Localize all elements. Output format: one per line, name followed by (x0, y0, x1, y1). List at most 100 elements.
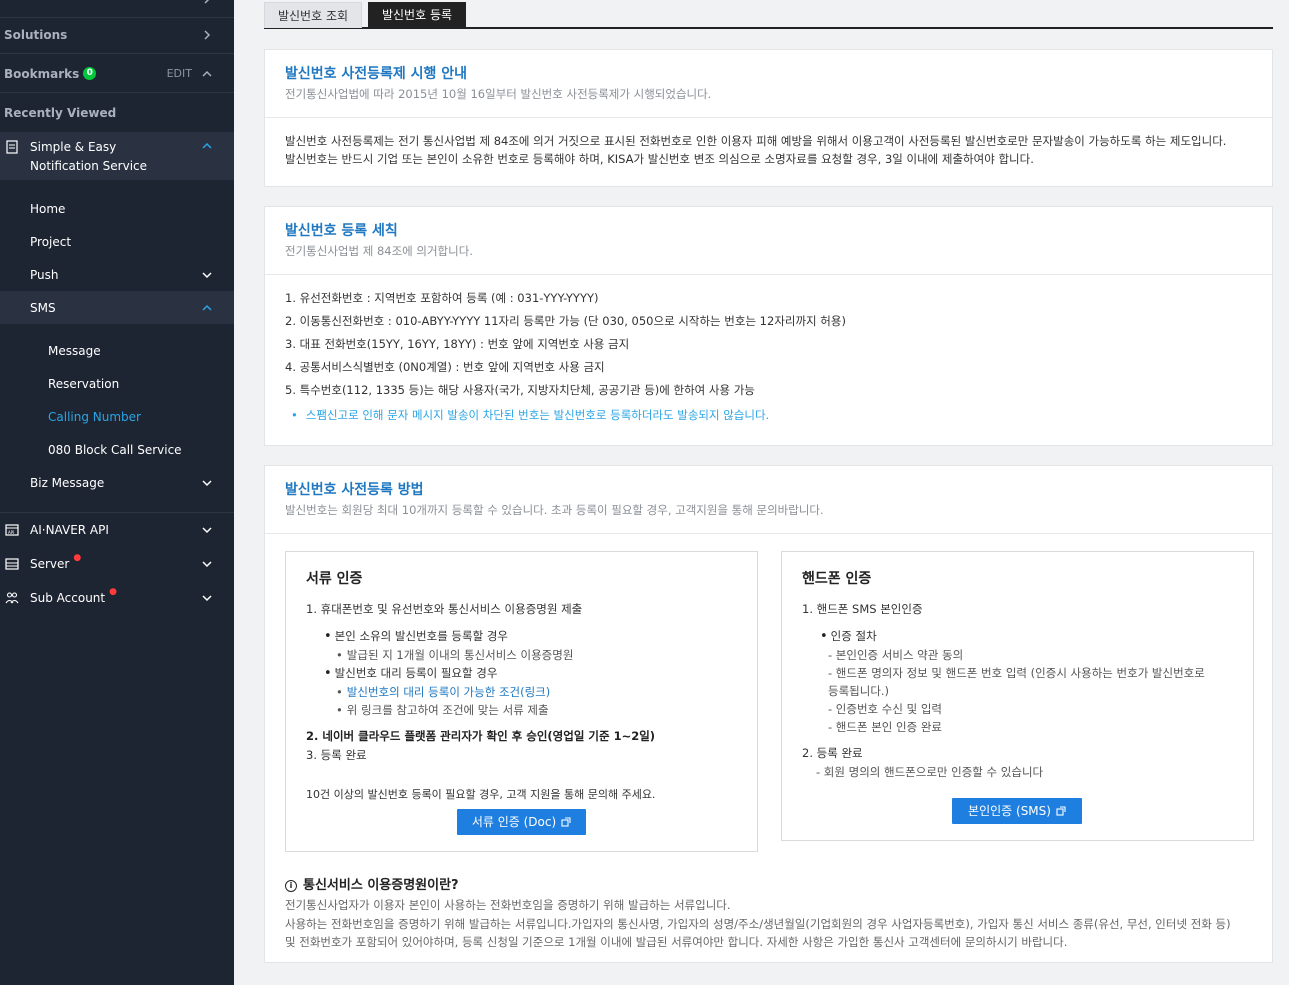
doc-own-detail: 발급된 지 1개월 이내의 통신서비스 이용증명원 (306, 646, 737, 664)
chevron-down-icon[interactable] (200, 476, 214, 490)
phone-procedure-text: 인증 절차 (830, 629, 877, 643)
phone-proc-3: - 인증번호 수신 및 입력 (828, 702, 942, 716)
nav-label: SMS (30, 300, 56, 315)
nav-label: Message (48, 343, 101, 358)
chevron-up-icon[interactable] (200, 67, 214, 81)
doc-auth-button[interactable]: 서류 인증 (Doc) (457, 809, 586, 835)
button-label: 본인인증 (SMS) (968, 804, 1051, 818)
alert-dot-icon: ● (109, 587, 117, 597)
phone-proc-1: - 본인인증 서비스 약관 동의 (828, 648, 964, 662)
sidebar-item-sms[interactable]: SMS (0, 291, 234, 324)
phone-step-2: 2. 등록 완료 (802, 746, 863, 760)
info-title: i 통신서비스 이용증명원이란? (285, 874, 1255, 893)
spam-notice: 스팸신고로 인해 문자 메시지 발송이 차단된 번호는 발신번호로 등록하더라도… (285, 406, 1252, 424)
info-line: 사용하는 전화번호임을 증명하기 위해 발급하는 서류입니다.가입자의 통신사명… (285, 916, 1231, 931)
tab-calling-number-register[interactable]: 발신번호 등록 (368, 2, 466, 28)
bookmarks-edit-button[interactable]: EDIT (167, 67, 192, 80)
sidebar-item-calling-number[interactable]: Calling Number (0, 400, 234, 433)
svg-text:API: API (8, 530, 14, 535)
card-subtitle: 전기통신사업법에 따라 2015년 10월 16일부터 발신번호 사전등록제가 … (285, 87, 712, 101)
document-icon (6, 140, 18, 154)
info-section: i 통신서비스 이용증명원이란? 전기통신사업자가 이용자 본인이 사용하는 전화… (285, 874, 1255, 952)
sidebar-item-project[interactable]: Project (0, 225, 234, 258)
sidebar: Solutions Bookmarks 0 EDIT Recently View… (0, 0, 234, 985)
rule-item: 4. 공통서비스식별번호 (0N0계열) : 번호 앞에 지역번호 사용 금지 (285, 360, 605, 374)
doc-auth-box: 서류 인증 1. 휴대폰번호 및 유선번호와 통신서비스 이용증명원 제출 본인… (285, 551, 758, 852)
tab-bar: 발신번호 조회 발신번호 등록 (264, 0, 1273, 29)
sms-auth-button[interactable]: 본인인증 (SMS) (952, 798, 1082, 824)
nav-label: Biz Message (30, 475, 105, 490)
phone-auth-box: 핸드폰 인증 1. 핸드폰 SMS 본인인증 인증 절차 - 본인인증 서비스 … (781, 551, 1254, 841)
nav-label: Project (30, 234, 72, 249)
chevron-up-icon[interactable] (200, 301, 214, 315)
doc-step-3: 3. 등록 완료 (306, 748, 367, 762)
phone-step-1: 1. 핸드폰 SMS 본인인증 (802, 602, 923, 616)
doc-note: 10건 이상의 발신번호 등록이 필요할 경우, 고객 지원을 통해 문의해 주… (306, 788, 656, 801)
doc-proxy-link-row: 발신번호의 대리 등록이 가능한 조건(링크) (306, 683, 737, 701)
sidebar-product-ai-naver-api[interactable]: API AI·NAVER API (0, 513, 234, 547)
product-label: Server (30, 557, 70, 571)
doc-step-2: 2. 네이버 클라우드 플랫폼 관리자가 확인 후 승인(영업일 기준 1~2일… (306, 729, 656, 743)
info-text: 전기통신사업자가 이용자 본인이 사용하는 전화번호임을 증명하기 위해 발급하… (285, 896, 1255, 952)
rule-item: 3. 대표 전화번호(15YY, 16YY, 18YY) : 번호 앞에 지역번… (285, 337, 630, 351)
solutions-label: Solutions (4, 27, 68, 42)
info-line: 전기통신사업자가 이용자 본인이 사용하는 전화번호임을 증명하기 위해 발급하… (285, 898, 731, 912)
nav-label: Calling Number (48, 409, 141, 424)
product-label: Sub Account (30, 591, 106, 605)
sidebar-service-sens[interactable]: Simple & Easy Notification Service (0, 132, 234, 180)
proxy-condition-link[interactable]: 발신번호의 대리 등록이 가능한 조건(링크) (347, 685, 550, 699)
chevron-right-icon[interactable] (200, 28, 214, 42)
notice-card: 발신번호 사전등록제 시행 안내 전기통신사업법에 따라 2015년 10월 1… (264, 49, 1273, 187)
service-title: Simple & Easy Notification Service (30, 140, 148, 173)
doc-own-detail-text: 발급된 지 1개월 이내의 통신서비스 이용증명원 (346, 648, 574, 662)
notice-line: 발신번호는 반드시 기업 또는 본인이 소유한 번호로 등록해야 하며, KIS… (285, 152, 1034, 166)
card-header: 발신번호 사전등록제 시행 안내 전기통신사업법에 따라 2015년 10월 1… (265, 50, 1272, 118)
server-icon (5, 557, 19, 571)
nav-label: 080 Block Call Service (48, 442, 182, 457)
doc-proxy-case-text: 발신번호 대리 등록이 필요할 경우 (334, 666, 498, 680)
sidebar-item-reservation[interactable]: Reservation (0, 367, 234, 400)
bookmarks-label: Bookmarks (4, 66, 80, 81)
notice-line: 발신번호 사전등록제는 전기 통신사업법 제 84조에 의거 거짓으로 표시된 … (285, 134, 1227, 148)
card-header: 발신번호 사전등록 방법 발신번호는 회원당 최대 10개까지 등록할 수 있습… (265, 466, 1272, 534)
doc-proxy-case: 발신번호 대리 등록이 필요할 경우 (306, 664, 737, 683)
phone-proc-2: - 핸드폰 명의자 정보 및 핸드폰 번호 입력 (인증시 사용하는 번호가 발… (828, 666, 1205, 680)
info-line: 및 전화번호가 포함되어 있어야하며, 등록 신청일 기준으로 1개월 이내에 … (285, 935, 1068, 949)
tab-calling-number-lookup[interactable]: 발신번호 조회 (264, 2, 362, 28)
doc-own-case-text: 본인 소유의 발신번호를 등록할 경우 (334, 629, 508, 643)
chevron-right-icon[interactable] (200, 0, 214, 6)
sidebar-item-push[interactable]: Push (0, 258, 234, 291)
card-body: 1. 유선전화번호 : 지역번호 포함하여 등록 (예 : 031-YYY-YY… (265, 275, 1272, 440)
phone-proc-2-cont: 등록됩니다.) (828, 684, 890, 698)
card-title: 발신번호 사전등록 방법 (285, 482, 424, 498)
phone-auth-title: 핸드폰 인증 (802, 571, 872, 587)
external-link-icon (1056, 799, 1066, 816)
chevron-up-icon[interactable] (200, 139, 214, 153)
nav-label: Push (30, 267, 59, 282)
chevron-down-icon[interactable] (200, 268, 214, 282)
doc-step-1: 1. 휴대폰번호 및 유선번호와 통신서비스 이용증명원 제출 (306, 602, 583, 616)
card-subtitle: 전기통신사업법 제 84조에 의거합니다. (285, 244, 473, 258)
sidebar-item-080-block-call[interactable]: 080 Block Call Service (0, 433, 234, 466)
sidebar-bookmarks[interactable]: Bookmarks 0 EDIT (0, 55, 234, 93)
main-content: 발신번호 조회 발신번호 등록 발신번호 사전등록제 시행 안내 전기통신사업법… (234, 0, 1289, 985)
chevron-down-icon[interactable] (200, 523, 214, 537)
bookmarks-count-badge: 0 (83, 67, 97, 80)
sidebar-item-message[interactable]: Message (0, 334, 234, 367)
doc-proxy-detail: 위 링크를 참고하여 조건에 맞는 서류 제출 (306, 701, 737, 719)
chevron-down-icon[interactable] (200, 557, 214, 571)
info-icon: i (285, 880, 297, 892)
rule-list: 1. 유선전화번호 : 지역번호 포함하여 등록 (예 : 031-YYY-YY… (285, 287, 1252, 402)
chevron-down-icon[interactable] (200, 591, 214, 605)
sidebar-item-home[interactable]: Home (0, 192, 234, 225)
sidebar-product-server[interactable]: Server ● (0, 547, 234, 581)
doc-own-case: 본인 소유의 발신번호를 등록할 경우 (306, 627, 737, 646)
product-label: AI·NAVER API (30, 523, 109, 537)
sidebar-solutions[interactable]: Solutions (0, 16, 234, 54)
phone-step-2-detail: - 회원 명의의 핸드폰으로만 인증할 수 있습니다 (816, 765, 1044, 779)
doc-auth-title: 서류 인증 (306, 571, 363, 587)
doc-proxy-detail-text: 위 링크를 참고하여 조건에 맞는 서류 제출 (346, 703, 549, 717)
sidebar-product-sub-account[interactable]: Sub Account ● (0, 581, 234, 615)
method-card: 발신번호 사전등록 방법 발신번호는 회원당 최대 10개까지 등록할 수 있습… (264, 465, 1273, 963)
sidebar-item-biz-message[interactable]: Biz Message (0, 466, 234, 499)
